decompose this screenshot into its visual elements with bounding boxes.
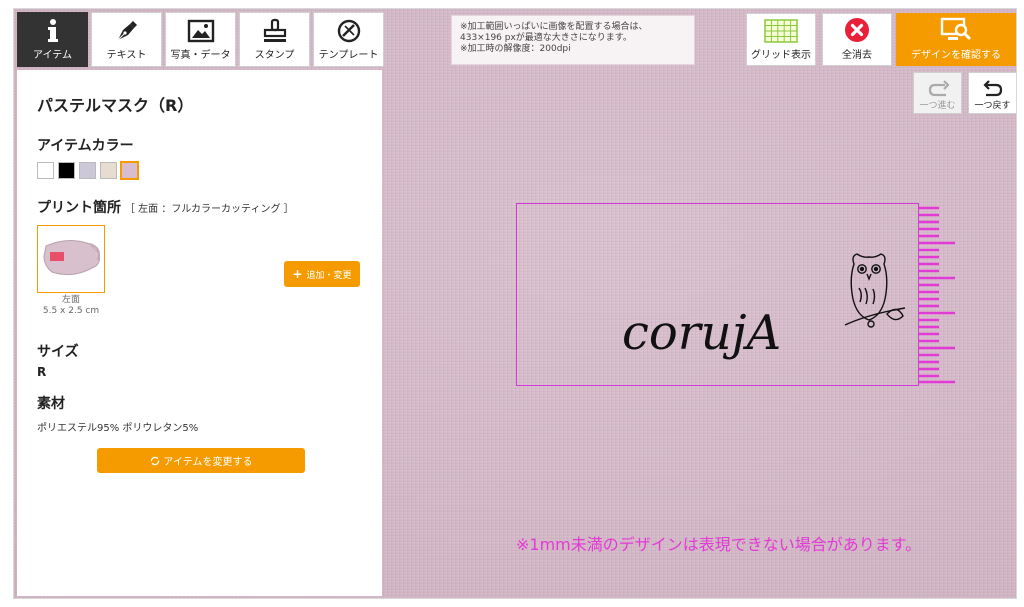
confirm-design-button[interactable]: デザインを確認する	[896, 13, 1016, 66]
item-panel: パステルマスク（R） アイテムカラー プリント箇所 ［ 左面 ：フルカラーカッテ…	[17, 70, 382, 596]
grid-icon	[764, 19, 798, 43]
tool-tabs: アイテム テキスト 写真・データ スタンプ テンプレート	[17, 12, 384, 67]
design-image[interactable]: corujA	[517, 204, 918, 385]
clear-all-button[interactable]: 全消去	[822, 13, 892, 66]
redo-button[interactable]: 一つ進む	[913, 72, 962, 114]
size-ruler	[919, 206, 955, 384]
close-circle-icon	[845, 18, 869, 42]
print-location-thumbnail[interactable]	[37, 225, 105, 293]
print-area-frame[interactable]: corujA	[516, 203, 919, 386]
undo-label: 一つ戻す	[974, 101, 1011, 111]
color-swatch-lavender[interactable]	[79, 162, 96, 179]
design-editor: アイテム テキスト 写真・データ スタンプ テンプレート パステルマスク（R） …	[13, 8, 1017, 599]
notice-line-3: ※加工時の解像度：200dpi	[460, 44, 571, 54]
redo-label: 一つ進む	[919, 101, 956, 111]
tab-text[interactable]: テキスト	[91, 12, 162, 67]
undo-icon	[982, 80, 1002, 97]
tab-label: テンプレート	[318, 50, 379, 61]
item-color-title: アイテムカラー	[37, 138, 134, 154]
owl-illustration	[844, 253, 906, 328]
notice-line-1: ※加工範囲いっぱいに画像を配置する場合は、	[460, 22, 648, 32]
pen-icon	[114, 16, 140, 46]
tab-template[interactable]: テンプレート	[313, 12, 384, 67]
resolution-notice: ※加工範囲いっぱいに画像を配置する場合は、 433×196 pxが最適な大きさに…	[451, 15, 695, 65]
plus-icon: +	[292, 267, 303, 281]
size-title: サイズ	[37, 344, 79, 360]
print-location-subtitle: ［ 左面 ：フルカラーカッティング ］	[125, 204, 294, 215]
tab-label: 写真・データ	[170, 50, 231, 61]
print-location-name: 左面	[61, 295, 80, 305]
print-location-title: プリント箇所	[37, 200, 121, 216]
add-change-button[interactable]: + 追加・変更	[284, 261, 360, 287]
tab-label: テキスト	[106, 50, 147, 61]
color-swatch-pink[interactable]	[120, 161, 139, 180]
tab-item[interactable]: アイテム	[17, 12, 88, 67]
info-icon	[42, 16, 64, 46]
confirm-design-label: デザインを確認する	[911, 50, 1001, 61]
print-location-area: 左面 5.5 x 2.5 cm + 追加・変更	[37, 225, 362, 325]
notice-line-2: 433×196 pxが最適な大きさになります。	[460, 33, 632, 43]
refresh-icon	[150, 456, 159, 465]
add-change-label: 追加・変更	[306, 270, 352, 281]
minimum-size-warning: ※1mm未満のデザインは表現できない場合があります。	[516, 535, 922, 554]
image-icon	[187, 16, 215, 46]
color-swatches	[37, 161, 362, 180]
mask-icon	[43, 240, 101, 276]
change-item-button[interactable]: アイテムを変更する	[97, 448, 305, 473]
grid-toggle-label: グリッド表示	[751, 50, 811, 61]
color-swatch-white[interactable]	[37, 162, 54, 179]
clear-all-label: 全消去	[842, 50, 872, 61]
color-swatch-beige[interactable]	[100, 162, 117, 179]
redo-icon	[928, 80, 950, 97]
template-icon	[336, 16, 362, 46]
tab-label: スタンプ	[254, 50, 295, 61]
size-value: R	[37, 365, 47, 379]
grid-toggle-button[interactable]: グリッド表示	[746, 13, 816, 66]
tab-stamp[interactable]: スタンプ	[239, 12, 310, 67]
tab-label: アイテム	[33, 50, 72, 61]
stamp-icon	[262, 16, 288, 46]
monitor-search-icon	[940, 17, 971, 40]
print-location-heading: プリント箇所 ［ 左面 ：フルカラーカッティング ］	[37, 197, 362, 217]
print-location-size: 5.5 x 2.5 cm	[42, 306, 100, 316]
design-text: corujA	[622, 305, 781, 361]
item-name: パステルマスク（R）	[37, 96, 194, 115]
material-title: 素材	[37, 396, 65, 412]
material-value: ポリエステル95% ポリウレタン5%	[37, 423, 199, 434]
change-item-label: アイテムを変更する	[163, 457, 253, 468]
print-location-caption: 左面 5.5 x 2.5 cm	[37, 295, 105, 317]
tab-photo-data[interactable]: 写真・データ	[165, 12, 236, 67]
undo-button[interactable]: 一つ戻す	[968, 72, 1016, 114]
color-swatch-black[interactable]	[58, 162, 75, 179]
